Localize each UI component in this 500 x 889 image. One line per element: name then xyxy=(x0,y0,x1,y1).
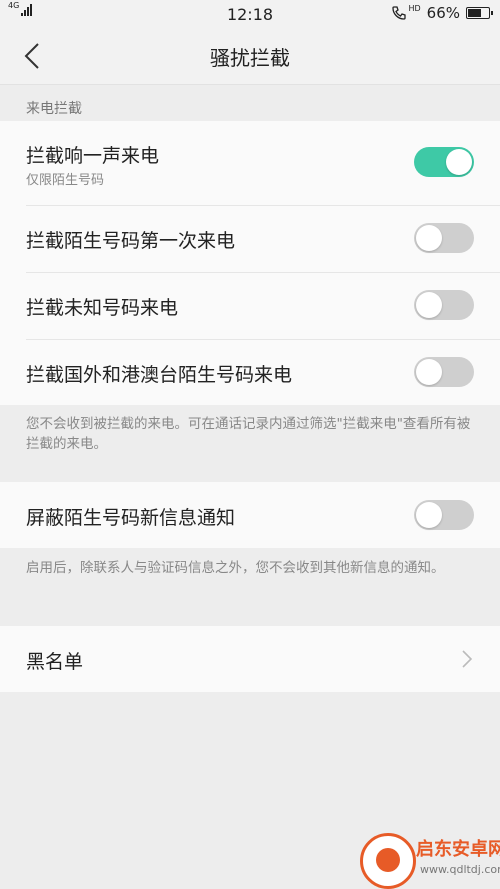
row-blacklist[interactable]: 黑名单 xyxy=(0,626,500,692)
row-block-one-ring[interactable]: 拦截响一声来电 仅限陌生号码 xyxy=(0,121,500,205)
row-block-unknown[interactable]: 拦截未知号码来电 xyxy=(0,272,500,339)
hd-call-icon: HD xyxy=(391,3,421,21)
toggle-knob xyxy=(416,225,442,251)
row-label: 黑名单 xyxy=(26,651,84,673)
toggle-block-one-ring[interactable] xyxy=(414,147,474,177)
toggle-knob xyxy=(416,292,442,318)
status-bar: 4G 12:18 HD 66% xyxy=(0,0,500,28)
chevron-right-icon xyxy=(462,650,473,668)
row-sublabel: 仅限陌生号码 xyxy=(26,173,105,188)
row-label: 拦截国外和港澳台陌生号码来电 xyxy=(26,364,293,386)
hd-label: HD xyxy=(408,3,421,13)
battery-fill xyxy=(468,9,481,17)
row-label: 屏蔽陌生号码新信息通知 xyxy=(26,507,236,529)
row-block-stranger-sms[interactable]: 屏蔽陌生号码新信息通知 xyxy=(0,482,500,548)
page-title: 骚扰拦截 xyxy=(210,46,290,70)
sms-block-note: 启用后，除联系人与验证码信息之外，您不会收到其他新信息的通知。 xyxy=(26,560,445,576)
call-block-group: 拦截响一声来电 仅限陌生号码 拦截陌生号码第一次来电 拦截未知号码来电 拦截国外… xyxy=(0,121,500,405)
battery-percent: 66% xyxy=(426,4,460,22)
row-label: 拦截响一声来电 xyxy=(26,145,160,167)
battery-icon xyxy=(466,7,493,19)
nav-bar: 骚扰拦截 xyxy=(0,28,500,85)
row-block-overseas[interactable]: 拦截国外和港澳台陌生号码来电 xyxy=(0,339,500,406)
watermark: 启东安卓网 www.qdltdj.com xyxy=(360,829,500,889)
watermark-text: 启东安卓网 xyxy=(416,839,500,860)
toggle-block-unknown[interactable] xyxy=(414,290,474,320)
toggle-knob xyxy=(416,359,442,385)
watermark-url: www.qdltdj.com xyxy=(420,863,500,876)
sms-block-group: 屏蔽陌生号码新信息通知 xyxy=(0,482,500,548)
row-label: 拦截未知号码来电 xyxy=(26,297,179,319)
blacklist-group: 黑名单 xyxy=(0,626,500,692)
status-right: HD 66% xyxy=(391,3,493,22)
row-label: 拦截陌生号码第一次来电 xyxy=(26,230,236,252)
call-block-note: 您不会收到被拦截的来电。可在通话记录内通过筛选"拦截来电"查看所有被拦截的来电。 xyxy=(26,416,471,452)
watermark-logo-icon xyxy=(360,833,416,889)
toggle-block-stranger-sms[interactable] xyxy=(414,500,474,530)
section-header-call-block: 来电拦截 xyxy=(26,101,82,117)
toggle-knob xyxy=(446,149,472,175)
toggle-block-overseas[interactable] xyxy=(414,357,474,387)
row-block-stranger-first[interactable]: 拦截陌生号码第一次来电 xyxy=(0,205,500,272)
toggle-block-stranger-first[interactable] xyxy=(414,223,474,253)
toggle-knob xyxy=(416,502,442,528)
